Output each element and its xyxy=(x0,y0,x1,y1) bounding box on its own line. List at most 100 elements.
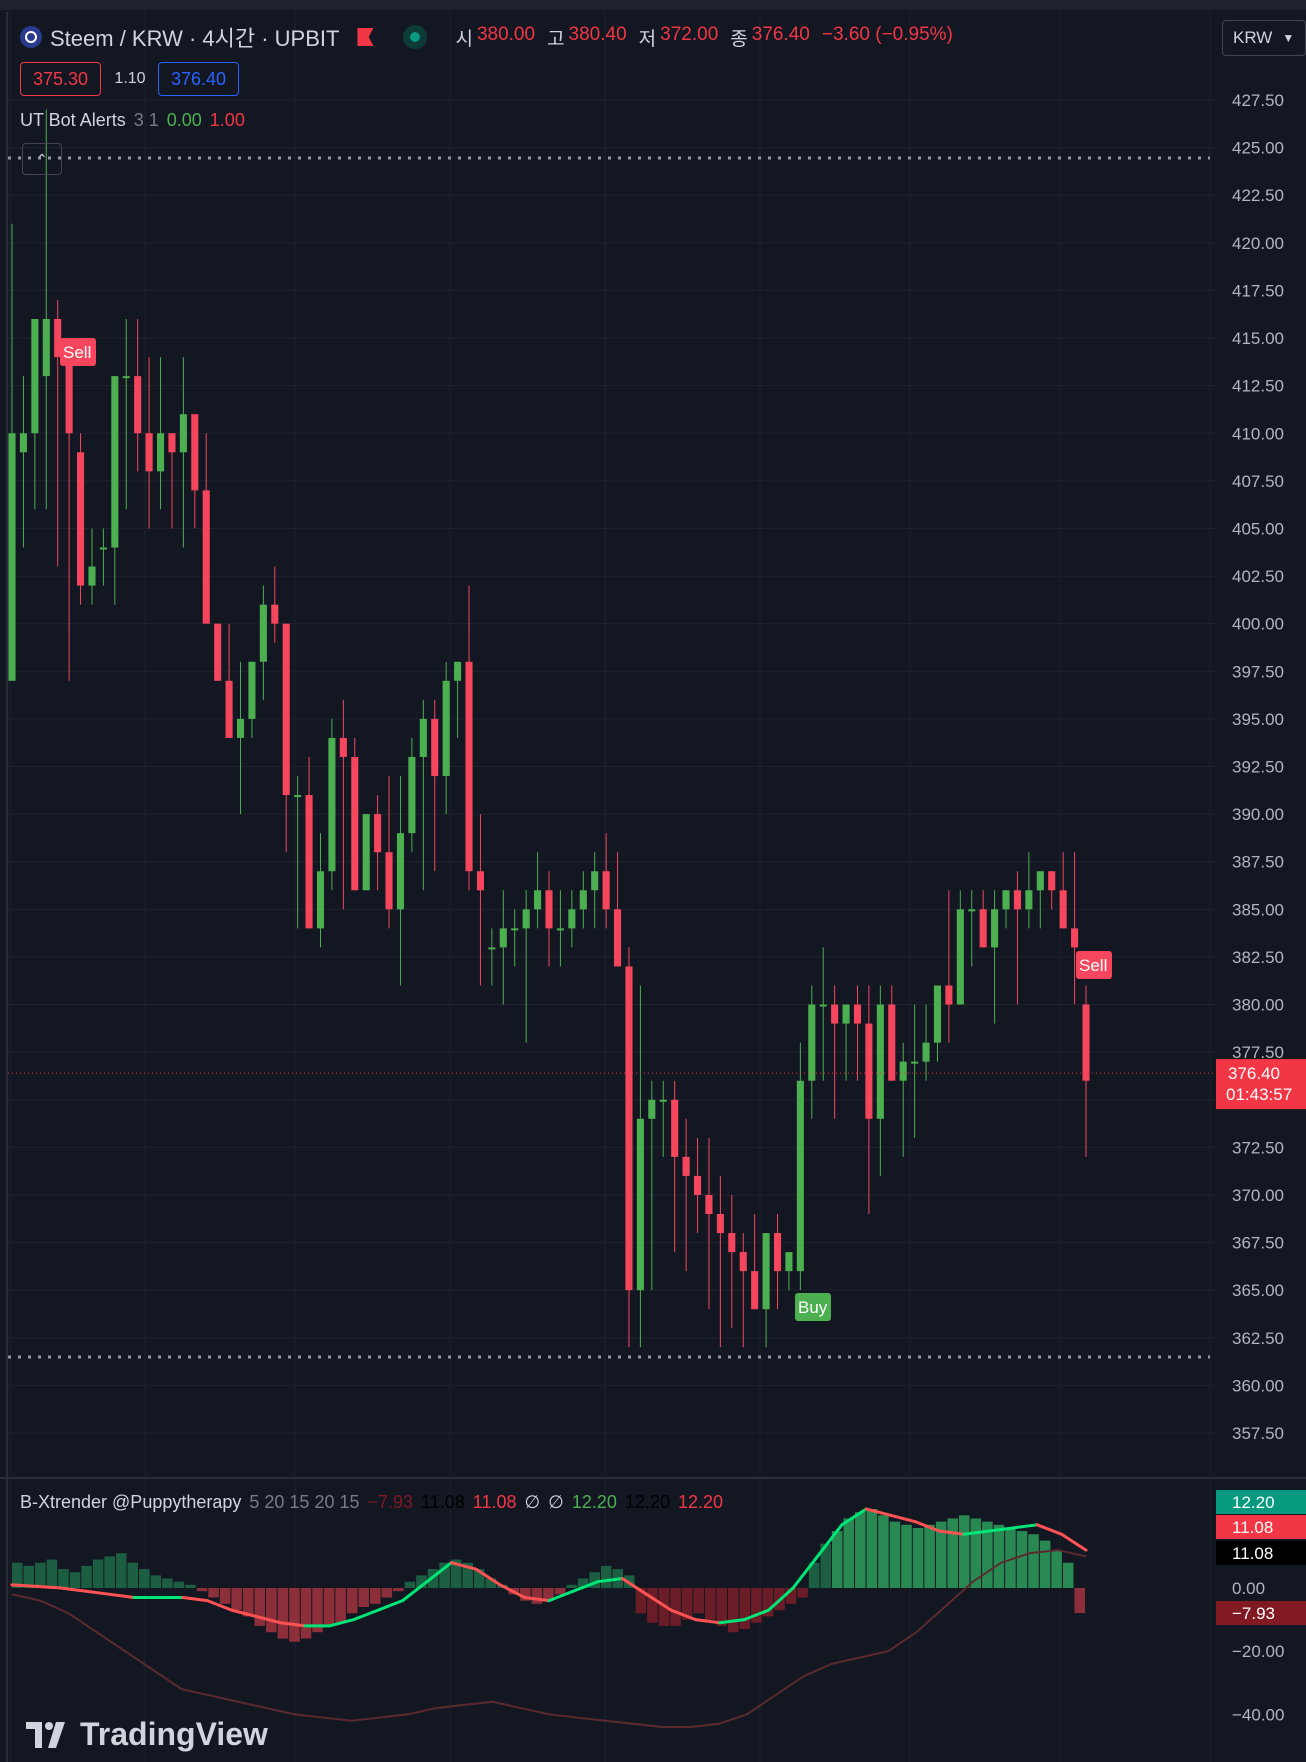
candle-body xyxy=(328,737,336,872)
high-value: 380.40 xyxy=(568,23,627,45)
osc-signal-line-segment xyxy=(59,1586,87,1593)
candle-body xyxy=(831,1004,839,1024)
candle-body xyxy=(682,1156,690,1176)
xtrender-value-7: 12.20 xyxy=(624,1492,670,1512)
countdown-label: 01:43:57 xyxy=(1226,1085,1292,1104)
sell-price-button[interactable]: 375.30 xyxy=(20,62,101,96)
candle-body xyxy=(819,1004,827,1007)
osc-histogram-bar xyxy=(115,1553,127,1588)
osc-histogram-bar xyxy=(393,1588,404,1592)
buy-price-value: 376.40 xyxy=(170,68,227,89)
price-tick-label: 400.00 xyxy=(1232,615,1284,634)
osc-value-label: 12.20 xyxy=(1232,1493,1275,1512)
osc-histogram-bar xyxy=(566,1584,577,1588)
candle-body xyxy=(933,985,942,1043)
price-tick-label: 382.50 xyxy=(1232,948,1284,967)
tradingview-logo-icon xyxy=(26,1721,65,1748)
candle-body xyxy=(408,756,416,834)
price-tick-label: 407.50 xyxy=(1232,472,1284,491)
tradingview-brand-text: TradingView xyxy=(80,1716,268,1752)
osc-histogram-bar xyxy=(947,1518,958,1588)
candle-body xyxy=(77,452,85,586)
flag-icon[interactable] xyxy=(357,28,374,46)
low-label: 저 xyxy=(638,28,657,50)
market-status-icon[interactable] xyxy=(403,25,428,49)
symbol-title[interactable]: Steem / KRW · 4시간 · UPBIT xyxy=(50,21,339,53)
price-tick-label: 387.50 xyxy=(1232,853,1284,872)
currency-select[interactable]: KRW ▼ xyxy=(1222,20,1306,56)
osc-tick-label: −20.00 xyxy=(1232,1642,1284,1661)
collapse-legend-button[interactable]: ⌃ xyxy=(22,143,62,175)
osc-histogram-bar xyxy=(92,1559,104,1588)
price-tick-label: 417.50 xyxy=(1232,281,1284,300)
osc-histogram-bar xyxy=(266,1588,277,1633)
osc-histogram-bar xyxy=(670,1588,681,1626)
osc-histogram-bar xyxy=(139,1569,150,1588)
candle-body xyxy=(911,1061,919,1064)
candle-body xyxy=(556,928,564,931)
osc-histogram-bar xyxy=(647,1588,658,1623)
price-tick-label: 412.50 xyxy=(1232,377,1284,396)
osc-histogram-bar xyxy=(739,1588,751,1630)
candle-body xyxy=(431,718,439,777)
candle-body xyxy=(842,1004,850,1024)
candle-body xyxy=(191,414,199,491)
price-tick-label: 372.50 xyxy=(1232,1138,1284,1157)
osc-histogram-bar xyxy=(404,1581,416,1588)
osc-signal-line-segment xyxy=(376,1599,405,1612)
candle-body xyxy=(419,718,427,757)
candle-body xyxy=(922,1042,930,1062)
price-tick-label: 370.00 xyxy=(1232,1186,1284,1205)
close-value: 376.40 xyxy=(751,23,810,45)
osc-histogram-bar xyxy=(81,1565,92,1588)
candle-body xyxy=(454,661,462,681)
low-value: 372.00 xyxy=(660,23,719,45)
price-tick-label: 395.00 xyxy=(1232,710,1284,729)
open-value: 380.00 xyxy=(476,23,536,45)
osc-histogram-bar xyxy=(358,1588,369,1607)
candle-body xyxy=(282,623,290,796)
osc-signal-line-segment xyxy=(693,1618,722,1625)
candle-body xyxy=(396,833,405,910)
ut-bot-name: UT Bot Alerts xyxy=(20,110,126,130)
ut-bot-value-1: 0.00 xyxy=(166,110,202,130)
xtrender-value-2: 11.08 xyxy=(421,1492,465,1512)
osc-histogram-bar xyxy=(912,1527,924,1588)
osc-histogram-bar xyxy=(531,1588,543,1604)
osc-histogram-bar xyxy=(104,1556,115,1588)
price-tick-label: 420.00 xyxy=(1232,234,1284,253)
osc-histogram-bar xyxy=(855,1512,866,1588)
price-tick-label: 360.00 xyxy=(1232,1376,1284,1395)
price-tick-label: 390.00 xyxy=(1232,805,1284,824)
osc-histogram-bar xyxy=(1039,1540,1051,1588)
spread-value: 1.10 xyxy=(104,62,156,96)
buy-price-button[interactable]: 376.40 xyxy=(158,62,239,96)
symbol-header[interactable]: Steem / KRW · 4시간 · UPBIT 시 380.00 고 380.4… xyxy=(20,22,961,52)
price-tick-label: 405.00 xyxy=(1232,519,1284,538)
osc-histogram-bar xyxy=(889,1521,901,1588)
candle-body xyxy=(374,814,382,853)
osc-signal-line-segment xyxy=(1060,1532,1088,1552)
osc-histogram-bar xyxy=(277,1588,289,1639)
candle-body xyxy=(511,928,519,931)
candle-body xyxy=(168,433,176,453)
ut-bot-legend[interactable]: UT Bot Alerts 3 1 0.00 1.00 xyxy=(20,110,245,131)
osc-histogram-bar xyxy=(958,1515,970,1588)
candle-body xyxy=(522,909,530,929)
tradingview-logo[interactable]: TradingView xyxy=(26,1716,268,1753)
osc-signal-line-segment xyxy=(108,1592,136,1599)
osc-signal-line-segment xyxy=(181,1595,209,1603)
candle-body xyxy=(1082,1004,1090,1081)
candle-body xyxy=(1048,871,1056,891)
osc-histogram-bar xyxy=(46,1559,58,1588)
candle-body xyxy=(145,433,153,472)
osc-histogram-bar xyxy=(150,1575,162,1588)
candle-body xyxy=(1059,890,1067,929)
candle-body xyxy=(614,909,622,967)
sell-signal-2-label: Sell xyxy=(1079,956,1107,975)
osc-histogram-bar xyxy=(693,1588,704,1614)
xtrender-value-5: ∅ xyxy=(548,1492,564,1512)
ohlc-values: 시 380.00 고 380.40 저 372.00 종 376.40 −3.60 (−… xyxy=(455,24,960,51)
xtrender-legend[interactable]: B-Xtrender @Puppytherapy 5 20 15 20 15 −… xyxy=(20,1492,723,1513)
price-tick-label: 397.50 xyxy=(1232,662,1284,681)
